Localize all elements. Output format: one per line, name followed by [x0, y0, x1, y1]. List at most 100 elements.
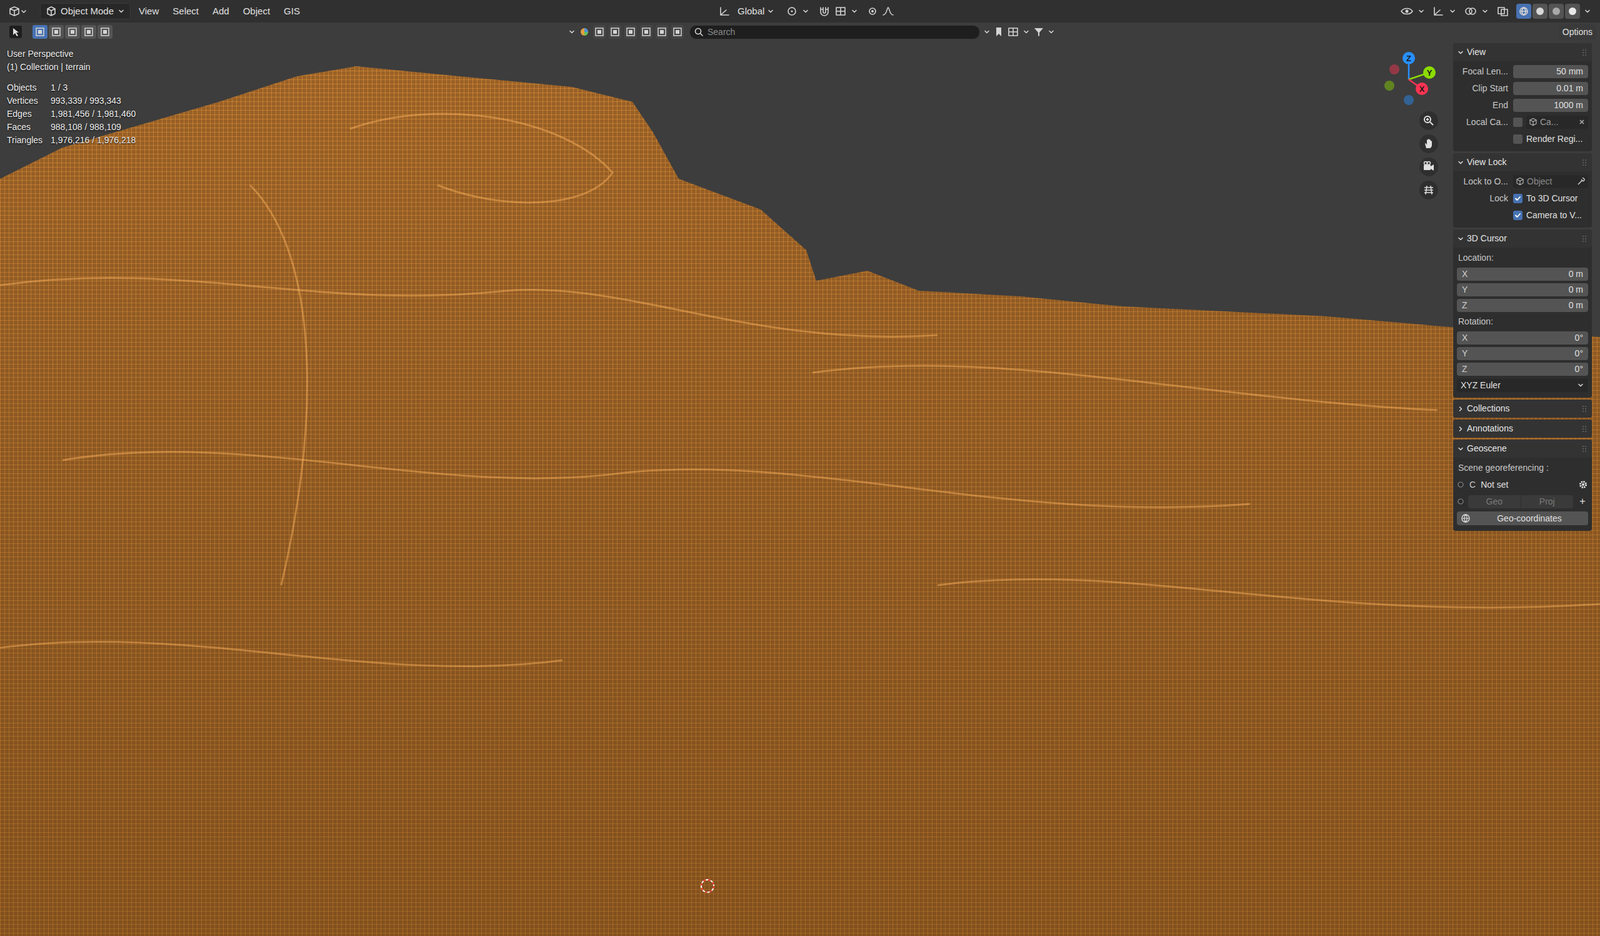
axis-field[interactable]: X0 m [1456, 267, 1589, 281]
axis-field[interactable]: X0° [1456, 331, 1589, 345]
empty-icon[interactable] [671, 25, 684, 39]
bookmark-icon[interactable] [993, 26, 1004, 38]
panel-header[interactable]: View Lock [1453, 153, 1592, 172]
check-icon [1514, 195, 1522, 202]
panel-header[interactable]: Annotations [1453, 419, 1592, 438]
clear-icon[interactable] [1578, 118, 1586, 126]
number-field[interactable]: 50 mm [1513, 65, 1589, 79]
falloff-icon[interactable] [881, 5, 895, 17]
menu-item[interactable]: Select [166, 2, 205, 21]
panel-header[interactable]: View [1453, 43, 1592, 62]
number-field[interactable]: 0.01 m [1513, 81, 1589, 95]
shading-button[interactable] [1565, 3, 1580, 19]
sidebar-panel: GeosceneScene georeferencing :CNot setGe… [1453, 439, 1592, 531]
add-button[interactable]: + [1576, 493, 1589, 509]
camera-filter-icon[interactable] [655, 25, 669, 39]
options-button[interactable]: Options [1558, 24, 1597, 40]
stat-label: Triangles [6, 133, 51, 147]
xray-icon[interactable] [1496, 5, 1510, 17]
panel-row: Lock to O...Object [1456, 173, 1589, 189]
shading-buttons [1516, 3, 1580, 19]
checkbox[interactable] [1513, 117, 1523, 127]
select-tool-icon[interactable] [8, 25, 23, 39]
axis-field[interactable]: Z0 m [1456, 298, 1589, 312]
mode-dropdown[interactable]: Object Mode [40, 3, 131, 20]
radio-icon[interactable] [1456, 480, 1465, 489]
camera-icon[interactable] [1419, 157, 1439, 177]
overlay-toggle-icon[interactable] [1463, 5, 1478, 17]
axis-label: X [1419, 84, 1425, 94]
select-box-icon[interactable] [593, 25, 606, 39]
visibility-icon[interactable] [1400, 5, 1414, 17]
collapsed-chevron-icon [1456, 405, 1465, 413]
globe-icon [1460, 513, 1471, 524]
menu-item[interactable]: Add [206, 2, 235, 21]
snap-grid-icon[interactable] [834, 5, 847, 17]
axis-field[interactable]: Y0° [1456, 346, 1589, 360]
snap-icon[interactable] [818, 5, 831, 17]
zoom-icon[interactable] [1419, 111, 1439, 130]
gizmo-axis[interactable]: Y [1423, 66, 1436, 79]
gear-icon[interactable] [1578, 479, 1589, 490]
filter-icon[interactable] [1033, 26, 1045, 38]
orthographic-icon[interactable] [1419, 180, 1439, 200]
gizmo-axis[interactable]: Z [1402, 51, 1415, 65]
panel-header[interactable]: Collections [1453, 399, 1592, 418]
shading-button[interactable] [1516, 3, 1532, 19]
asset-icon[interactable] [578, 26, 590, 38]
axis-value: 0 m [1568, 267, 1584, 281]
crs-value: Not set [1480, 478, 1574, 492]
object-field[interactable]: Ca... [1526, 115, 1589, 129]
select-mode-button[interactable] [48, 25, 64, 39]
light-icon[interactable] [640, 25, 653, 39]
axis-value: 0 m [1568, 283, 1584, 297]
search-input[interactable] [707, 25, 976, 39]
radio-icon[interactable] [1456, 497, 1465, 505]
chevron-down-icon[interactable] [568, 28, 576, 36]
select-mode-button[interactable] [65, 25, 80, 39]
select-mode-button[interactable] [81, 25, 97, 39]
axis-field[interactable]: Y0 m [1456, 283, 1589, 297]
checkbox[interactable] [1513, 210, 1523, 220]
camera-object-icon [1528, 117, 1538, 127]
tool-settings-center [568, 25, 1055, 40]
collection-icon[interactable] [1006, 26, 1020, 38]
checkbox[interactable] [1513, 193, 1523, 204]
orientation-dropdown[interactable]: Global [735, 4, 777, 19]
panel-title: Collections [1466, 401, 1580, 415]
axis-field[interactable]: Z0° [1456, 362, 1589, 376]
axis-value: 0 m [1568, 298, 1584, 312]
chevron-down-icon [117, 7, 125, 15]
number-field[interactable]: 1000 m [1513, 98, 1589, 112]
menu-item[interactable]: Object [237, 2, 276, 21]
eyedropper-icon[interactable] [1576, 176, 1586, 186]
3d-viewport[interactable]: Options User Perspective(1) Collection |… [0, 22, 1600, 936]
curve-icon[interactable] [624, 25, 637, 39]
object-field[interactable]: Object [1513, 175, 1589, 189]
mesh-icon[interactable] [608, 25, 622, 39]
select-mode-button[interactable] [97, 25, 113, 39]
shading-button[interactable] [1548, 3, 1564, 19]
menu-item[interactable]: View [133, 2, 165, 21]
checkbox-label: To 3D Cursor [1526, 191, 1578, 205]
proportional-edit-icon[interactable] [866, 5, 879, 17]
header-center: Global [718, 4, 895, 19]
navigation-gizmo[interactable]: ZYX [1374, 45, 1444, 114]
chevron-down-icon[interactable] [983, 28, 991, 36]
pivot-icon[interactable] [785, 5, 799, 17]
object-mode-icon [45, 5, 57, 17]
panel-header[interactable]: 3D Cursor [1453, 229, 1592, 248]
panel-header[interactable]: Geoscene [1453, 439, 1592, 458]
rotation-mode-dropdown[interactable]: XYZ Euler [1456, 378, 1589, 392]
gizmo-toggle-icon[interactable] [1432, 5, 1445, 17]
checkbox[interactable] [1513, 134, 1523, 144]
hand-icon[interactable] [1419, 134, 1439, 154]
drag-grip-icon [1581, 405, 1589, 413]
shading-button[interactable] [1532, 3, 1548, 19]
editor-type-icon[interactable] [6, 3, 30, 20]
menu-item[interactable]: GIS [278, 2, 306, 21]
select-mode-button[interactable] [32, 25, 48, 39]
search-box[interactable] [689, 25, 980, 40]
geo-coordinates-button[interactable]: Geo-coordinates [1456, 511, 1589, 525]
gizmo-axis[interactable]: X [1415, 82, 1429, 95]
